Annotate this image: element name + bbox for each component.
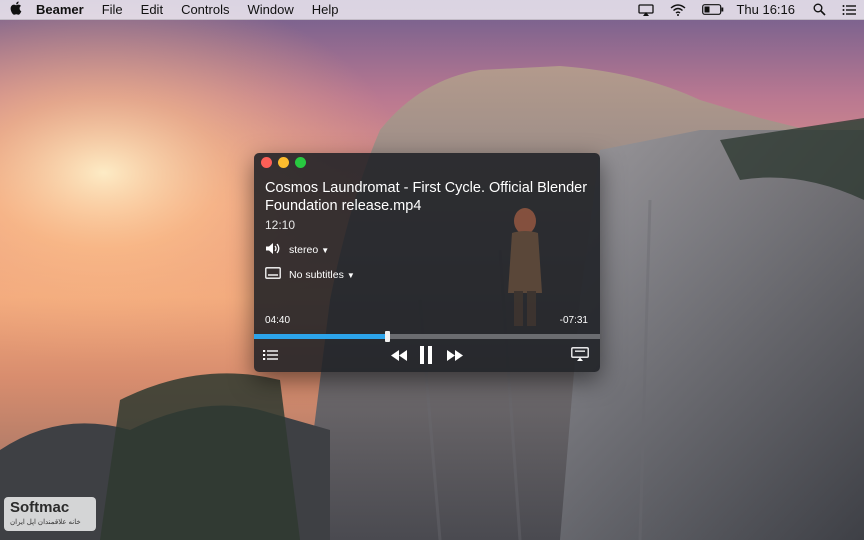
menu-window[interactable]: Window xyxy=(238,2,302,17)
speaker-icon xyxy=(265,242,281,258)
maximize-button[interactable] xyxy=(295,157,306,168)
close-button[interactable] xyxy=(261,157,272,168)
watermark-subtitle: خانه علاقمندان اپل ایران xyxy=(10,519,81,526)
menu-edit[interactable]: Edit xyxy=(132,2,172,17)
rewind-icon[interactable] xyxy=(391,350,407,361)
progress-knob[interactable] xyxy=(384,331,390,342)
minimize-button[interactable] xyxy=(278,157,289,168)
menu-app-name[interactable]: Beamer xyxy=(32,2,93,17)
menu-clock[interactable]: Thu 16:16 xyxy=(732,2,805,17)
list-icon[interactable] xyxy=(834,4,864,16)
playlist-icon[interactable] xyxy=(263,349,279,361)
window-controls xyxy=(261,157,306,168)
video-frame xyxy=(508,208,542,326)
menu-controls[interactable]: Controls xyxy=(172,2,238,17)
remaining-time: -07:31 xyxy=(559,315,588,326)
chevron-down-icon: ▼ xyxy=(321,246,330,255)
watermark-brand: Softmac xyxy=(10,499,70,516)
video-duration: 12:10 xyxy=(265,218,296,232)
subtitles-value: No subtitles xyxy=(289,268,344,281)
search-icon[interactable] xyxy=(805,3,834,16)
subtitles-selector[interactable]: No subtitles ▼ xyxy=(265,267,355,282)
wifi-icon[interactable] xyxy=(662,3,694,16)
progress-bar[interactable] xyxy=(254,331,600,342)
airplay-icon[interactable] xyxy=(630,3,662,16)
menu-bar: Beamer File Edit Controls Window Help Th… xyxy=(0,0,864,20)
fast-forward-icon[interactable] xyxy=(447,350,463,361)
apple-icon[interactable] xyxy=(0,1,32,18)
audio-value: stereo xyxy=(289,244,319,256)
chevron-down-icon: ▼ xyxy=(346,270,355,280)
pause-icon[interactable] xyxy=(420,346,433,364)
video-title: Cosmos Laundromat - First Cycle. Officia… xyxy=(265,180,588,214)
watermark-logo: Softmac خانه علاقمندان اپل ایران xyxy=(4,497,96,531)
menu-help[interactable]: Help xyxy=(303,2,348,17)
menu-file[interactable]: File xyxy=(93,2,132,17)
subtitles-icon xyxy=(265,267,281,282)
progress-fill xyxy=(254,334,387,339)
audio-selector[interactable]: stereo ▼ xyxy=(265,242,329,258)
airplay-screen-icon[interactable] xyxy=(571,347,589,361)
status-area: Thu 16:16 xyxy=(630,0,864,19)
playback-controls xyxy=(254,343,600,369)
elapsed-time: 04:40 xyxy=(265,315,291,326)
battery-icon[interactable] xyxy=(694,4,732,15)
player-window: Cosmos Laundromat - First Cycle. Officia… xyxy=(254,153,600,372)
